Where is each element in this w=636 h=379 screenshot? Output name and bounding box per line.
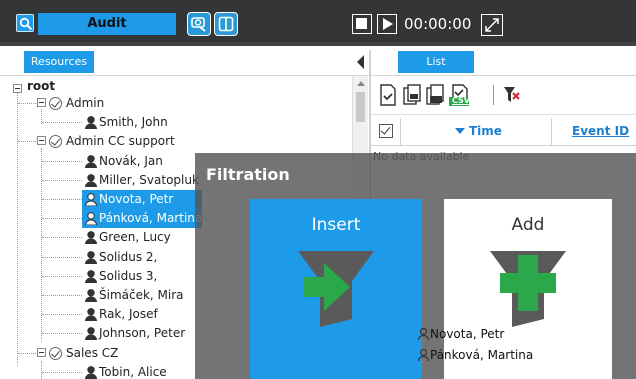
tree-user-label: Pánková, Martina [99, 211, 203, 226]
tree-user-label: Tobin, Alice [99, 364, 167, 379]
tree-guide [42, 314, 82, 316]
group-check-icon [49, 97, 62, 110]
tree-guide [42, 295, 82, 296]
tree-guide [42, 371, 82, 373]
user-icon [85, 365, 97, 379]
user-icon [85, 269, 97, 283]
tree-guide [42, 199, 82, 200]
scroll-up-icon[interactable] [357, 81, 365, 86]
module-tab-audit[interactable]: Audit [38, 13, 176, 35]
tree-guide [42, 160, 82, 162]
column-time-label: Time [469, 124, 502, 138]
tree-user-label: Johnson, Peter [99, 326, 186, 341]
tree-user-label: Novák, Jan [99, 153, 163, 168]
copy-icon [403, 84, 421, 105]
toolbar-separator [493, 85, 494, 105]
tree-guide [18, 141, 36, 143]
print-button[interactable] [425, 84, 445, 106]
dragged-user-label: Pánková, Martina [430, 348, 534, 362]
add-label: Add [511, 215, 545, 235]
filtration-title: Filtration [206, 165, 290, 184]
tree-group[interactable]: Admin CC support [0, 132, 352, 151]
tree-guide [42, 256, 82, 258]
tree-user-label: Miller, Svatopluk [99, 172, 199, 187]
tree-group-label: Admin CC support [66, 134, 175, 149]
expand-icon [485, 18, 499, 32]
stop-button[interactable] [352, 14, 372, 34]
user-icon [85, 154, 97, 168]
book-icon [218, 16, 234, 32]
tree-guide [42, 237, 82, 239]
tree-group[interactable]: Admin [0, 94, 352, 113]
user-icon [417, 327, 430, 341]
user-icon [85, 289, 97, 302]
tab-list[interactable]: List [398, 51, 474, 73]
filter-add-icon [490, 251, 566, 327]
tree-guide [42, 333, 82, 335]
timer-display: 00:00:00 [404, 15, 472, 33]
group-check-icon [49, 346, 62, 360]
csv-label: CSV [452, 96, 470, 105]
search-icon [19, 17, 33, 31]
tree-user-label: Rak, Josef [99, 307, 158, 322]
insert-drop-zone[interactable]: Insert [250, 199, 422, 379]
collapse-icon[interactable] [37, 98, 46, 107]
print-icon [426, 84, 444, 105]
filter-insert-icon [298, 251, 374, 327]
tree-guide [18, 352, 36, 354]
group-check-icon [49, 135, 62, 149]
tree-user-label: Smith, John [99, 115, 168, 130]
book-button[interactable] [214, 12, 238, 36]
search-button[interactable] [16, 14, 34, 32]
tree-user-label: Solidus 3, [99, 268, 158, 283]
play-button[interactable] [377, 14, 397, 34]
collapse-icon[interactable] [13, 84, 22, 93]
scroll-thumb[interactable] [356, 92, 365, 122]
tree-group-label: Sales CZ [66, 345, 119, 360]
tree-user[interactable]: Smith, John [0, 113, 352, 132]
select-all-checkbox[interactable] [379, 124, 393, 138]
user-icon [85, 116, 97, 130]
user-icon [85, 327, 97, 341]
collapse-panel-icon[interactable] [357, 55, 364, 69]
dragged-user-label: Novota, Petr [430, 327, 505, 341]
dragged-user-2: Pánková, Martina [417, 348, 534, 362]
expand-button[interactable] [481, 14, 503, 36]
camera-button[interactable] [187, 12, 211, 36]
tree-guide [18, 103, 36, 104]
clear-filter-icon [504, 87, 520, 102]
tree-user-label: Novota, Petr [99, 192, 174, 206]
user-icon [85, 308, 97, 322]
insert-label: Insert [311, 215, 361, 235]
column-header-event-id[interactable]: Event ID [572, 124, 629, 138]
user-icon [85, 212, 97, 226]
tree-guide [42, 179, 82, 181]
export-button[interactable] [378, 84, 398, 106]
tree-guide [42, 218, 82, 220]
tree-group-label: Admin [66, 96, 105, 110]
user-icon [85, 173, 97, 187]
column-separator [551, 118, 552, 146]
tree-user-label: Šimáček, Mira [99, 288, 184, 302]
user-icon [417, 348, 430, 362]
user-icon [85, 193, 97, 206]
collapse-icon[interactable] [37, 136, 46, 146]
tree-guide [42, 275, 82, 277]
tree-user-label: Green, Lucy [99, 230, 171, 245]
user-icon [85, 231, 97, 245]
column-header-time[interactable]: Time [455, 124, 502, 138]
tree-user-label: Solidus 2, [99, 249, 158, 264]
copy-button[interactable] [402, 84, 422, 106]
tab-resources[interactable]: Resources [24, 51, 94, 73]
collapse-icon[interactable] [37, 347, 46, 357]
camera-search-icon [191, 17, 206, 32]
column-separator [400, 118, 401, 146]
clear-filter-button[interactable] [502, 84, 522, 106]
sort-desc-icon [455, 128, 465, 134]
dragged-user-1: Novota, Petr [417, 327, 505, 341]
user-icon [85, 250, 97, 264]
export-icon [380, 84, 396, 106]
tree-guide [42, 122, 82, 124]
